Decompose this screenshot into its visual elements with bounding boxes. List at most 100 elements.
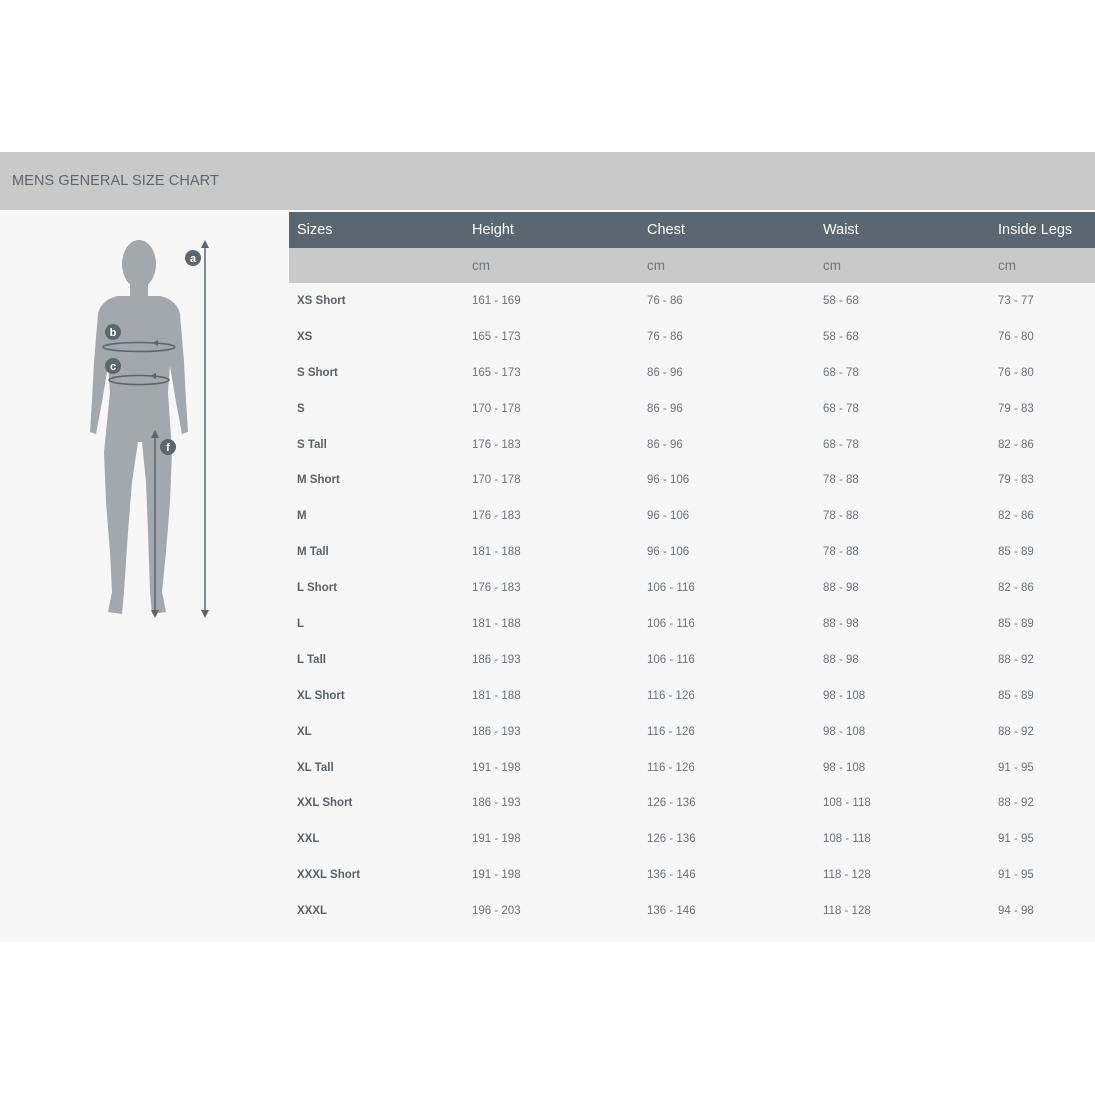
cell-height: 181 - 188 [472,546,521,559]
cell-height: 186 - 193 [472,653,521,666]
page-title: MENS GENERAL SIZE CHART [12,173,219,189]
cell-waist: 68 - 78 [823,402,859,415]
cell-height: 176 - 183 [472,510,521,523]
cell-inside-legs: 82 - 86 [998,510,1034,523]
cell-waist: 88 - 98 [823,618,859,631]
body-measurement-figure: a b c f [90,240,209,618]
cell-size: M Short [297,474,340,487]
cell-waist: 78 - 88 [823,546,859,559]
header-waist: Waist [823,222,859,238]
cell-chest: 86 - 96 [647,402,683,415]
cell-chest: 126 - 136 [647,833,696,846]
cell-waist: 88 - 98 [823,582,859,595]
cell-size: XXL Short [297,797,353,810]
cell-chest: 76 - 86 [647,330,683,343]
cell-height: 176 - 183 [472,582,521,595]
table-row: L Short 176 - 183 106 - 116 88 - 98 82 - 86 [289,570,1095,606]
cell-size: S Tall [297,438,327,451]
cell-inside-legs: 73 - 77 [998,295,1034,307]
cell-waist: 68 - 78 [823,366,859,379]
table-header-row: Sizes Height Chest Waist Inside Legs [289,212,1095,248]
cell-inside-legs: 94 - 98 [998,905,1034,918]
svg-text:a: a [190,253,197,265]
cell-waist: 98 - 108 [823,761,866,774]
cell-size: S [297,402,305,415]
cell-height: 181 - 188 [472,618,521,631]
cell-inside-legs: 91 - 95 [998,833,1034,846]
cell-inside-legs: 85 - 89 [998,618,1034,631]
cell-size: L Short [297,582,338,595]
cell-chest: 106 - 116 [647,582,695,595]
cell-waist: 98 - 108 [823,689,866,702]
table-unit-row: cm cm cm cm [289,248,1095,283]
cell-height: 165 - 173 [472,330,521,343]
table-row: S Short 165 - 173 86 - 96 68 - 78 76 - 80 [289,355,1095,391]
marker-c-badge: c [105,358,121,374]
header-chest: Chest [647,222,685,238]
cell-chest: 106 - 116 [647,653,695,666]
table-body: XS Short 161 - 169 76 - 86 58 - 68 73 - 77 XS… [289,283,1095,929]
cell-size: XL [297,725,312,738]
table-row: XXL Short 186 - 193 126 - 136 108 - 118 88 -… [289,785,1095,821]
cell-height: 181 - 188 [472,689,521,702]
table-row: XXXL Short 191 - 198 136 - 146 118 - 128 91 … [289,857,1095,893]
unit-chest: cm [647,258,665,273]
cell-size: S Short [297,366,338,379]
marker-b-badge: b [105,324,121,340]
cell-height: 191 - 198 [472,761,521,774]
table-row: XS Short 161 - 169 76 - 86 58 - 68 73 - 77 [289,283,1095,319]
cell-size: XL Short [297,689,345,702]
cell-chest: 86 - 96 [647,438,683,451]
cell-size: M Tall [297,546,329,559]
cell-height: 186 - 193 [472,797,521,810]
cell-inside-legs: 85 - 89 [998,689,1034,702]
table-row: L 181 - 188 106 - 116 88 - 98 85 - 89 [289,606,1095,642]
svg-text:f: f [166,442,170,454]
cell-height: 165 - 173 [472,366,521,379]
cell-inside-legs: 85 - 89 [998,546,1034,559]
unit-height: cm [472,258,490,273]
cell-chest: 136 - 146 [647,869,696,882]
cell-chest: 96 - 106 [647,510,690,523]
cell-chest: 96 - 106 [647,546,690,559]
table-row: XXL 191 - 198 126 - 136 108 - 118 91 - 95 [289,821,1095,857]
unit-waist: cm [823,258,841,273]
cell-waist: 98 - 108 [823,725,866,738]
cell-waist: 108 - 118 [823,797,871,810]
unit-inside-legs: cm [998,258,1016,273]
cell-waist: 58 - 68 [823,295,859,307]
cell-inside-legs: 82 - 86 [998,438,1034,451]
cell-inside-legs: 76 - 80 [998,366,1034,379]
cell-waist: 78 - 88 [823,510,859,523]
cell-size: L Tall [297,653,326,666]
table-row: XS 165 - 173 76 - 86 58 - 68 76 - 80 [289,319,1095,355]
cell-chest: 116 - 126 [647,761,695,774]
cell-chest: 116 - 126 [647,689,695,702]
cell-height: 161 - 169 [472,295,521,307]
table-row: M Short 170 - 178 96 - 106 78 - 88 79 - 83 [289,462,1095,498]
cell-waist: 58 - 68 [823,330,859,343]
cell-inside-legs: 91 - 95 [998,869,1034,882]
cell-height: 176 - 183 [472,438,521,451]
table-row: XL Tall 191 - 198 116 - 126 98 - 108 91 - 95 [289,750,1095,786]
cell-chest: 126 - 136 [647,797,696,810]
cell-inside-legs: 76 - 80 [998,330,1034,343]
table-row: S 170 - 178 86 - 96 68 - 78 79 - 83 [289,391,1095,427]
table-row: XXXL 196 - 203 136 - 146 118 - 128 94 - 98 [289,893,1095,929]
cell-inside-legs: 79 - 83 [998,474,1034,487]
body-silhouette-icon [90,240,188,614]
cell-chest: 96 - 106 [647,474,690,487]
cell-waist: 68 - 78 [823,438,859,451]
cell-chest: 136 - 146 [647,905,696,918]
cell-chest: 76 - 86 [647,295,683,307]
cell-chest: 86 - 96 [647,366,683,379]
table-row: S Tall 176 - 183 86 - 96 68 - 78 82 - 86 [289,427,1095,463]
cell-chest: 116 - 126 [647,725,695,738]
cell-height: 186 - 193 [472,725,521,738]
marker-a-badge: a [185,250,201,266]
cell-waist: 88 - 98 [823,653,859,666]
size-chart-panel: MENS GENERAL SIZE CHART a b c f Sizes He… [0,152,1095,942]
table-row: M Tall 181 - 188 96 - 106 78 - 88 85 - 89 [289,534,1095,570]
table-row: XL 186 - 193 116 - 126 98 - 108 88 - 92 [289,714,1095,750]
cell-size: XXL [297,833,320,846]
